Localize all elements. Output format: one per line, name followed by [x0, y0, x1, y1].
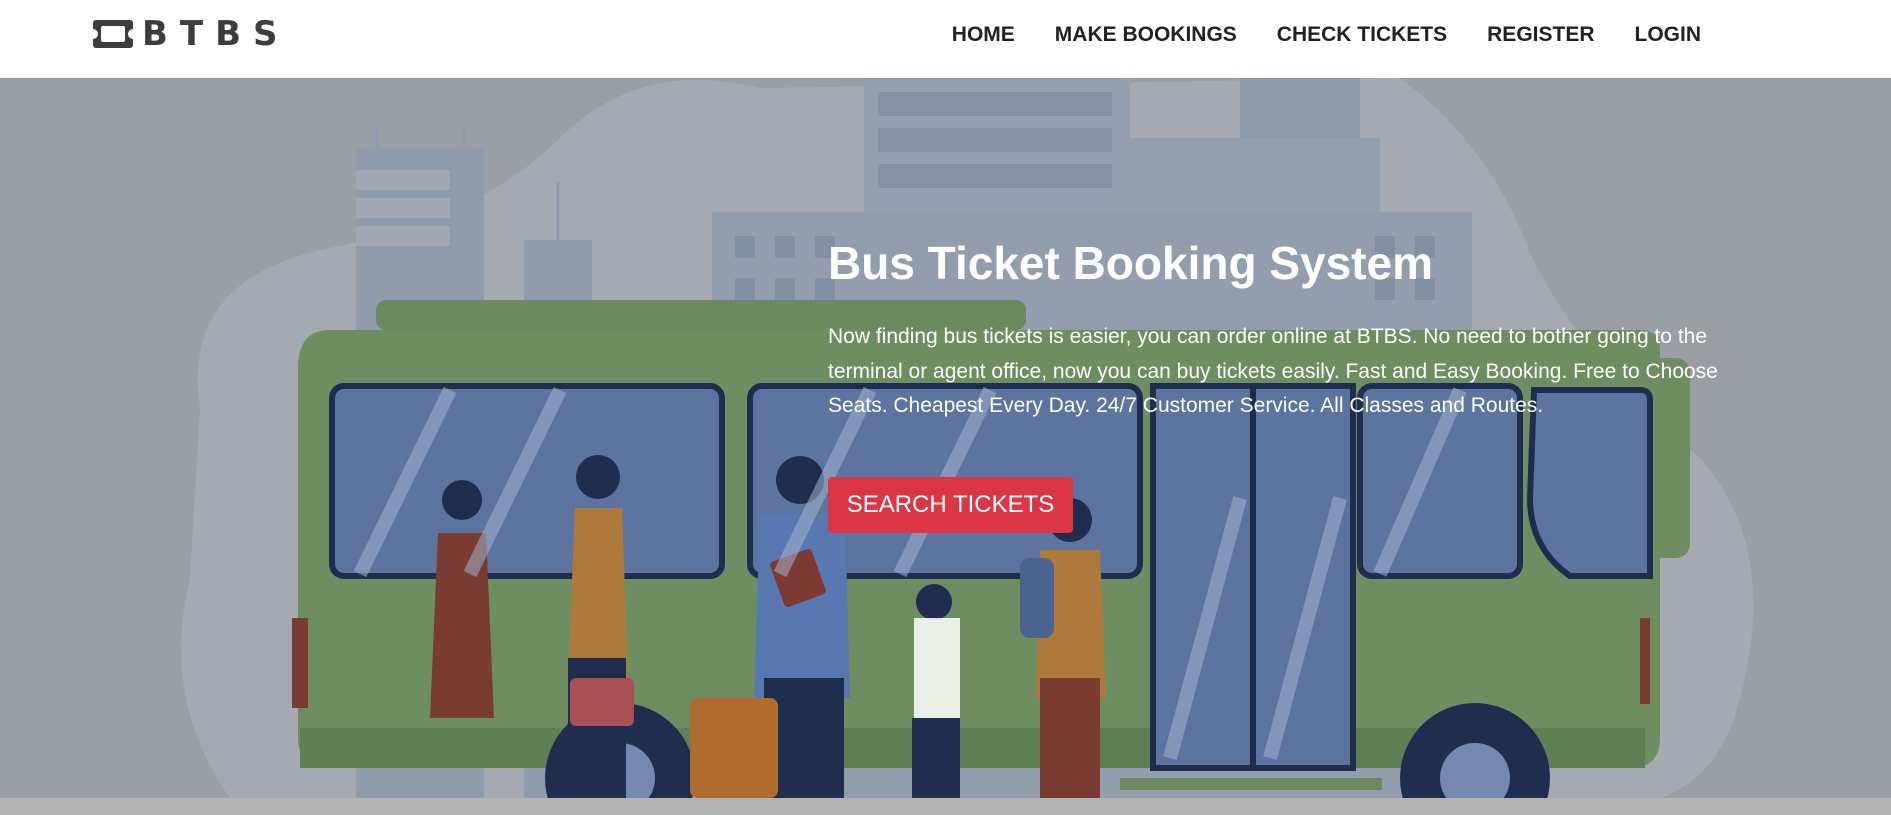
nav-register[interactable]: REGISTER — [1487, 23, 1594, 47]
search-tickets-button[interactable]: SEARCH TICKETS — [828, 477, 1073, 533]
page-bottom-strip — [0, 798, 1891, 815]
ticket-icon — [92, 18, 134, 50]
hero-title: Bus Ticket Booking System — [828, 237, 1433, 289]
hero-description: Now finding bus tickets is easier, you c… — [828, 325, 1718, 417]
hero-overlay — [0, 78, 1891, 798]
nav-check-tickets[interactable]: CHECK TICKETS — [1277, 23, 1447, 47]
nav-login[interactable]: LOGIN — [1635, 23, 1702, 47]
hero-section: Bus Ticket Booking System Now finding bu… — [0, 78, 1891, 798]
brand-logo[interactable]: BTBS — [92, 16, 290, 52]
nav-make-bookings[interactable]: MAKE BOOKINGS — [1055, 23, 1237, 47]
navbar: BTBS HOME MAKE BOOKINGS CHECK TICKETS RE… — [0, 0, 1891, 78]
nav-home[interactable]: HOME — [952, 23, 1015, 47]
main-nav: HOME MAKE BOOKINGS CHECK TICKETS REGISTE… — [912, 0, 1701, 70]
brand-name: BTBS — [142, 14, 290, 54]
